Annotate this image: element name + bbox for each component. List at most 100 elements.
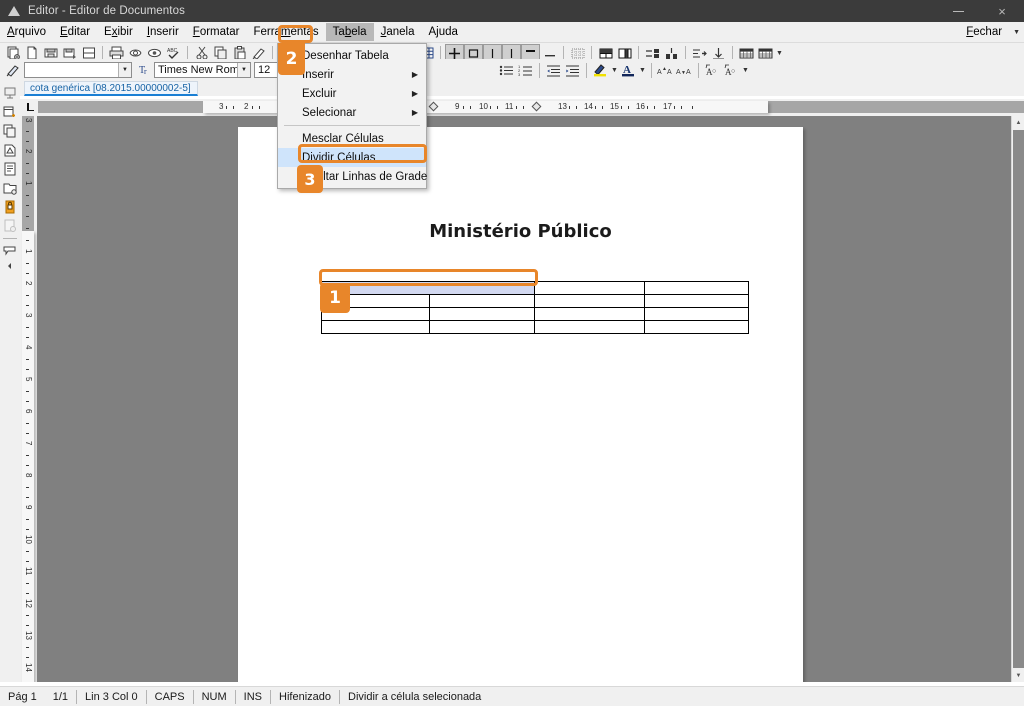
table-row[interactable] xyxy=(322,321,749,334)
table-row[interactable] xyxy=(322,282,749,295)
menu-item-selecionar[interactable]: Selecionar ▶ xyxy=(278,103,426,122)
svg-text:A: A xyxy=(686,69,691,76)
title-bar: Editor - Editor de Documentos × xyxy=(0,0,1024,22)
chevron-right-icon: ▶ xyxy=(412,108,418,117)
svg-text:3: 3 xyxy=(518,72,521,77)
char-spacing-icon[interactable]: A○ xyxy=(703,61,722,79)
scrollbar-thumb[interactable] xyxy=(1013,130,1024,668)
menu-arquivo[interactable]: AArquivorquivo xyxy=(0,23,53,41)
documents-icon[interactable] xyxy=(1,121,19,140)
close-button[interactable]: × xyxy=(980,0,1024,22)
menu-item-label: Selecionar xyxy=(302,107,356,119)
status-caps[interactable]: CAPS xyxy=(147,690,193,704)
table-cell[interactable] xyxy=(645,295,749,308)
table-cell[interactable] xyxy=(535,308,645,321)
char-scale-icon[interactable]: A○ xyxy=(722,61,741,79)
status-num[interactable]: NUM xyxy=(194,690,235,704)
menu-right-group: Fechar ▼ xyxy=(959,23,1024,41)
menu-exibir[interactable]: Exibir xyxy=(97,23,140,41)
warning-doc-icon[interactable] xyxy=(1,140,19,159)
table-cell[interactable] xyxy=(322,321,430,334)
font-color-dropdown-icon[interactable]: ▼ xyxy=(638,67,647,74)
menu-item-mesclar-celulas[interactable]: Mesclar Células xyxy=(278,129,426,148)
menu-inserir[interactable]: Inserir xyxy=(140,23,186,41)
menu-tabela[interactable]: Tabela xyxy=(326,23,374,41)
decrease-indent-icon[interactable] xyxy=(544,61,563,79)
menu-fechar[interactable]: Fechar xyxy=(959,23,1009,41)
table-row[interactable] xyxy=(322,295,749,308)
more-tools-icon[interactable] xyxy=(1,261,19,271)
status-bar: Pág 1 1/1 Lin 3 Col 0 CAPS NUM INS Hifen… xyxy=(0,686,1024,706)
annotation-badge-3: 3 xyxy=(297,165,323,193)
horizontal-ruler[interactable]: 3 2 4 5 6 7 9 10 11 13 14 15 16 xyxy=(20,99,1024,116)
chevron-right-icon: ▶ xyxy=(412,89,418,98)
menu-item-label: Dividir Células xyxy=(302,152,376,164)
scroll-up-icon[interactable]: ▲ xyxy=(1012,116,1024,129)
increase-indent-icon[interactable] xyxy=(563,61,582,79)
status-ins[interactable]: INS xyxy=(236,690,270,704)
app-logo-icon xyxy=(6,3,22,19)
svg-text:r: r xyxy=(144,67,147,76)
chevron-down-icon[interactable]: ▼ xyxy=(118,63,131,77)
table-cell[interactable] xyxy=(645,308,749,321)
menu-item-label: Inserir xyxy=(302,69,334,81)
status-page-count: 1/1 xyxy=(45,690,76,704)
menu-editar[interactable]: Editar xyxy=(53,23,97,41)
numbering-icon[interactable]: 123 xyxy=(516,61,535,79)
document-canvas[interactable]: Ministério Público xyxy=(37,116,1011,682)
tab-stop-icon[interactable] xyxy=(24,101,38,114)
locked-doc-icon[interactable] xyxy=(1,197,19,216)
window-title: Editor - Editor de Documentos xyxy=(28,5,185,17)
table-cell[interactable] xyxy=(429,295,535,308)
decrease-font-icon[interactable]: A▼A xyxy=(675,61,694,79)
table-row[interactable] xyxy=(322,308,749,321)
font-color-a-icon[interactable]: A xyxy=(619,61,638,79)
document-tab-strip: cota genérica [08.2015.00000002-5] xyxy=(20,81,1024,96)
font-name-value: Times New Roman xyxy=(155,64,237,76)
menu-item-excluir[interactable]: Excluir ▶ xyxy=(278,84,426,103)
font-name-combo[interactable]: Times New Roman ▼ xyxy=(154,62,251,78)
table-more-dropdown-icon[interactable]: ▼ xyxy=(775,50,784,57)
scroll-down-icon[interactable]: ▼ xyxy=(1012,669,1024,682)
presentation-icon[interactable] xyxy=(1,83,19,102)
status-hyphenation[interactable]: Hifenizado xyxy=(271,690,339,704)
document-page[interactable]: Ministério Público xyxy=(238,127,803,682)
folder-doc-icon[interactable] xyxy=(1,178,19,197)
table-cell[interactable] xyxy=(535,321,645,334)
style-paint-icon[interactable] xyxy=(3,61,22,79)
highlight-color-icon[interactable] xyxy=(591,61,610,79)
list-doc-icon[interactable] xyxy=(1,159,19,178)
table-cell[interactable] xyxy=(429,308,535,321)
increase-font-icon[interactable]: A▲A xyxy=(656,61,675,79)
menu-janela[interactable]: Janela xyxy=(374,23,422,41)
chevron-down-icon[interactable]: ▼ xyxy=(1013,29,1020,36)
chevron-right-icon: ▶ xyxy=(412,70,418,79)
minimize-button[interactable] xyxy=(936,0,980,22)
table-cell[interactable] xyxy=(645,321,749,334)
status-page: Pág 1 xyxy=(0,690,45,704)
document-tab[interactable]: cota genérica [08.2015.00000002-5] xyxy=(24,81,198,96)
table-cell[interactable] xyxy=(645,282,749,295)
bullets-icon[interactable] xyxy=(497,61,516,79)
table-cell[interactable] xyxy=(429,321,535,334)
annotation-badge-2: 2 xyxy=(278,43,305,75)
annotation-badge-1: 1 xyxy=(320,283,350,313)
highlight-dropdown-icon[interactable]: ▼ xyxy=(610,67,619,74)
document-table[interactable] xyxy=(321,281,749,334)
table-cell-selected[interactable] xyxy=(322,282,535,295)
stamp-icon[interactable] xyxy=(1,242,19,261)
certified-doc-icon xyxy=(1,216,19,235)
vertical-scrollbar[interactable]: ▲ ▼ xyxy=(1011,116,1024,682)
char-more-dropdown-icon[interactable]: ▼ xyxy=(741,67,750,74)
chevron-down-icon[interactable]: ▼ xyxy=(237,63,250,77)
paragraph-style-combo[interactable]: ▼ xyxy=(24,62,132,78)
vertical-ruler[interactable]: 3 2 1 1 2 3 4 5 6 7 8 9 10 11 12 13 14 xyxy=(20,116,37,682)
status-hint: Dividir a célula selecionada xyxy=(340,690,489,704)
table-cell[interactable] xyxy=(535,295,645,308)
menu-ajuda[interactable]: Ajuda xyxy=(421,23,464,41)
menu-item-label: Desenhar Tabela xyxy=(302,50,389,62)
table-cell[interactable] xyxy=(535,282,645,295)
new-page-icon[interactable] xyxy=(1,102,19,121)
menu-formatar[interactable]: Formatar xyxy=(186,23,247,41)
menu-ferramentas[interactable]: Ferramentas xyxy=(246,23,325,41)
